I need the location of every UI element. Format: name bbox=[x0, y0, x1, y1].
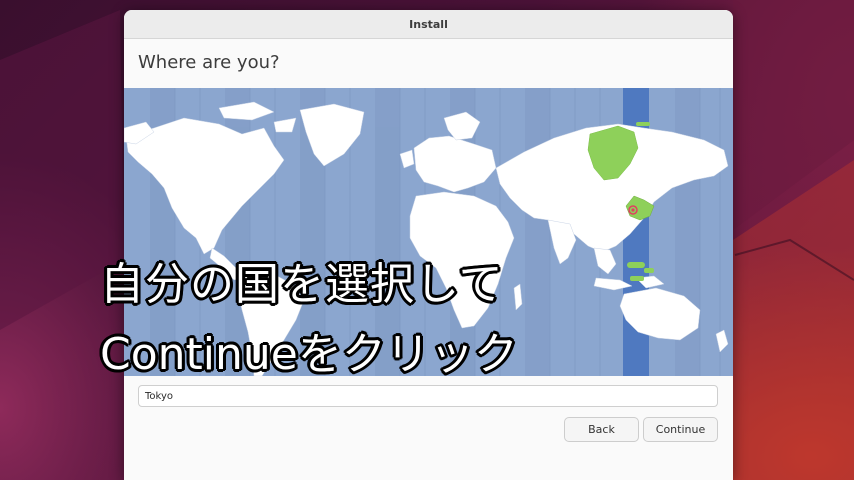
continue-button[interactable]: Continue bbox=[643, 417, 718, 442]
instruction-caption-line1: 自分の国を選択して bbox=[100, 259, 504, 310]
location-input[interactable]: Tokyo bbox=[138, 385, 718, 407]
back-button[interactable]: Back bbox=[564, 417, 639, 442]
window-titlebar: Install bbox=[124, 10, 733, 39]
instruction-caption-line2: Continueをクリック bbox=[100, 329, 518, 380]
installer-window: Install Where are you? Tokyo Back Contin… bbox=[124, 10, 733, 480]
page-title: Where are you? bbox=[138, 52, 280, 73]
window-title: Install bbox=[409, 17, 448, 31]
